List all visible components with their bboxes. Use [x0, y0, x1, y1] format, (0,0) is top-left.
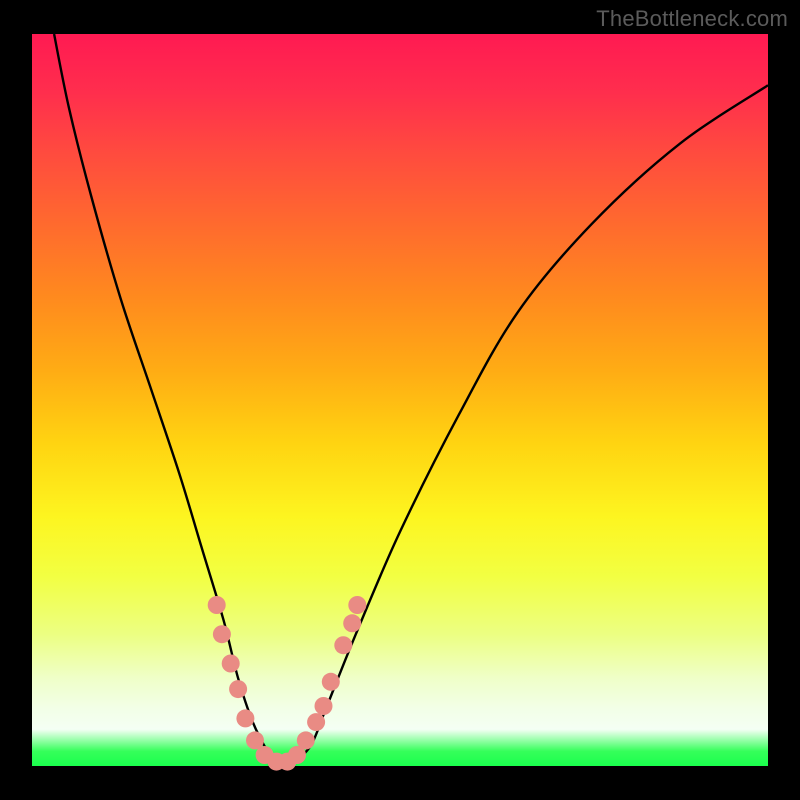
highlight-marker	[229, 680, 247, 698]
highlight-marker	[334, 636, 352, 654]
bottleneck-curve	[54, 34, 768, 764]
highlight-marker	[222, 655, 240, 673]
highlight-marker	[208, 596, 226, 614]
chart-svg	[32, 34, 768, 766]
highlight-marker	[343, 614, 361, 632]
chart-frame: TheBottleneck.com	[0, 0, 800, 800]
highlight-marker	[236, 709, 254, 727]
highlight-marker	[322, 673, 340, 691]
highlight-marker	[307, 713, 325, 731]
highlight-marker	[348, 596, 366, 614]
highlight-marker	[315, 697, 333, 715]
highlight-marker	[297, 731, 315, 749]
plot-area	[32, 34, 768, 766]
highlight-markers	[208, 596, 367, 771]
highlight-marker	[213, 625, 231, 643]
watermark-label: TheBottleneck.com	[596, 6, 788, 32]
